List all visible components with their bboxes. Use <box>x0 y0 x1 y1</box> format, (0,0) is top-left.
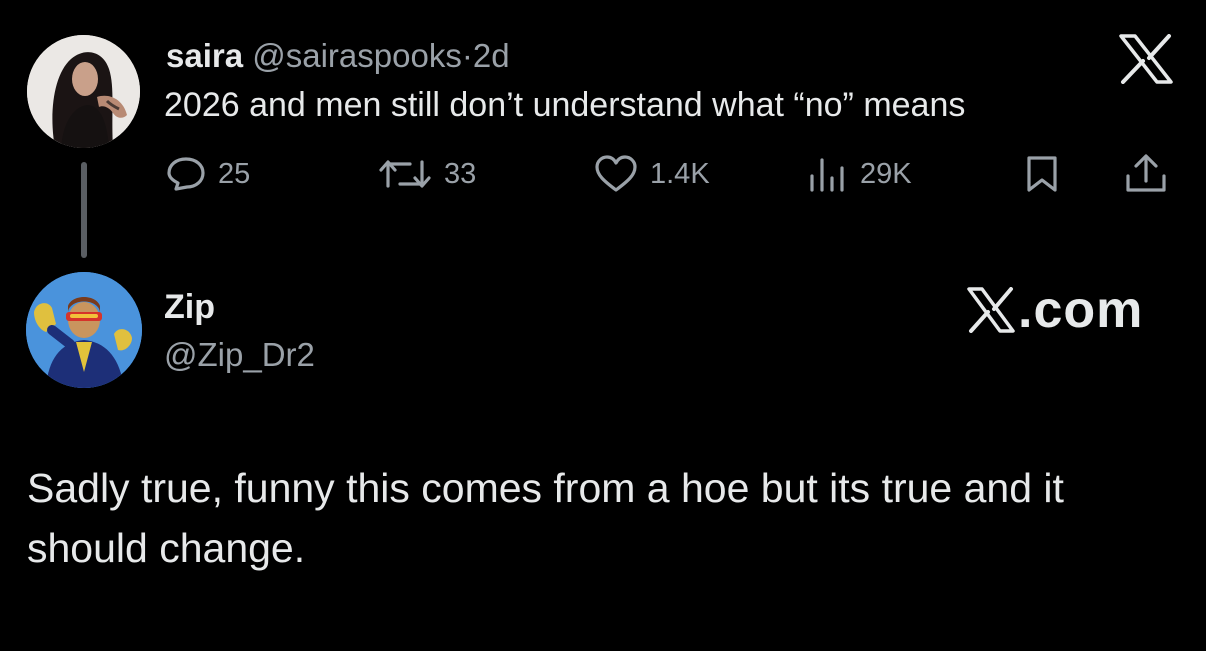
bookmark-button[interactable] <box>1025 154 1059 194</box>
reply-count: 25 <box>218 157 251 190</box>
reply-author-display-name[interactable]: Zip <box>164 287 215 327</box>
user-avatar-dark-hair-icon <box>27 35 140 148</box>
avatar-saira[interactable] <box>27 35 140 148</box>
author-handle[interactable]: @sairaspooks <box>252 37 462 74</box>
author-display-name[interactable]: saira <box>166 37 243 74</box>
header-separator: · <box>461 37 473 74</box>
reply-author-handle[interactable]: @Zip_Dr2 <box>164 335 315 375</box>
share-icon <box>1126 154 1166 192</box>
retweet-count: 33 <box>444 157 477 190</box>
like-button[interactable]: 1.4K <box>594 154 710 194</box>
reply-button[interactable]: 25 <box>166 154 250 194</box>
like-count: 1.4K <box>650 157 710 190</box>
x-com-branding: .com <box>966 282 1143 338</box>
comic-hero-avatar-icon <box>26 272 142 388</box>
reply-text: Sadly true, funny this comes from a hoe … <box>27 465 1064 571</box>
x-logo-icon <box>1118 34 1174 84</box>
bookmark-icon <box>1027 156 1057 192</box>
view-count: 29K <box>860 157 912 190</box>
like-icon <box>595 155 637 192</box>
views-icon <box>810 158 844 192</box>
x-logo-icon <box>967 287 1015 333</box>
tweet-text: 2026 and men still don’t understand what… <box>164 86 966 124</box>
tweet-time[interactable]: 2d <box>473 37 510 74</box>
tweet-header: saira @sairaspooks·2d <box>166 36 510 76</box>
retweet-icon <box>379 160 431 188</box>
x-com-label: .com <box>1018 281 1144 339</box>
share-button[interactable] <box>1124 154 1168 194</box>
reply-icon <box>167 157 205 191</box>
views-button[interactable]: 29K <box>808 154 912 194</box>
retweet-button[interactable]: 33 <box>378 154 476 194</box>
avatar-zip[interactable] <box>26 272 142 388</box>
thread-connector <box>81 162 87 258</box>
